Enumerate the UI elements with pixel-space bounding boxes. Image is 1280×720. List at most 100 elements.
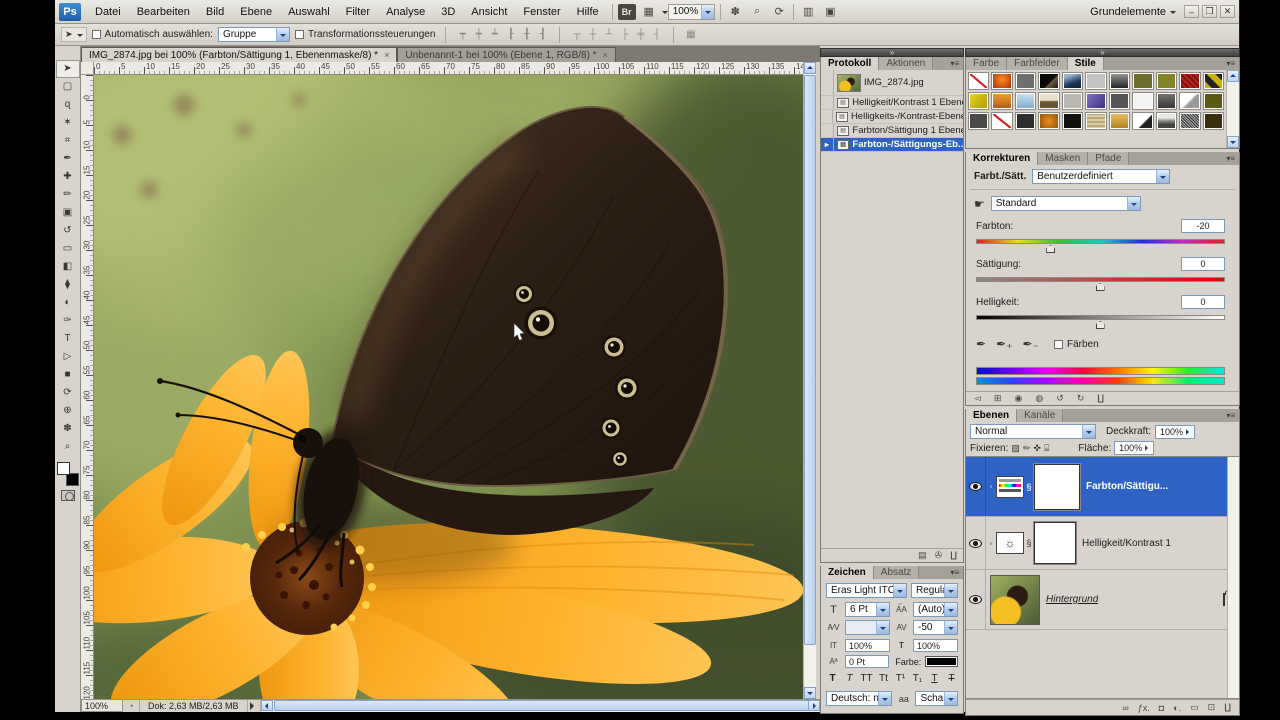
collapse-to-icons-button[interactable]: » — [965, 48, 1240, 57]
lock-pixels-icon[interactable]: ✏ — [1023, 443, 1031, 454]
baseline-shift-field[interactable]: 0 Pt — [845, 655, 890, 668]
return-to-adjustment-list-icon[interactable]: ◅ — [974, 393, 981, 404]
colorize-checkbox[interactable] — [1054, 340, 1063, 349]
layer-row-hue-saturation[interactable]: ◦ § Farbton/Sättigu... — [966, 457, 1239, 517]
font-family-combo[interactable]: Eras Light ITC — [826, 583, 907, 598]
menu-fenster[interactable]: Fenster — [515, 4, 568, 20]
layer-name[interactable]: Farbton/Sättigu... — [1086, 481, 1168, 492]
status-menu-arrow-icon[interactable] — [248, 702, 260, 710]
text-color-swatch[interactable] — [925, 656, 958, 667]
new-group-icon[interactable]: ▭ — [1190, 702, 1199, 713]
layer-row-background[interactable]: Hintergrund — [966, 570, 1239, 630]
style-swatch[interactable] — [1061, 92, 1084, 110]
menu-hilfe[interactable]: Hilfe — [569, 4, 607, 20]
mask-link-icon[interactable]: § — [1024, 538, 1034, 548]
type-style-button-3[interactable]: Tt — [877, 673, 890, 684]
add-layer-mask-icon[interactable]: ◘ — [1159, 703, 1164, 713]
crop-tool[interactable]: ⌗ — [56, 132, 80, 150]
layer-style-icon[interactable]: ƒx. — [1138, 703, 1150, 713]
scroll-up-icon[interactable] — [1227, 70, 1239, 82]
delete-layer-icon[interactable]: ∐ — [1224, 702, 1231, 713]
style-swatch[interactable] — [1038, 112, 1060, 130]
menu-auswahl[interactable]: Auswahl — [280, 4, 338, 20]
lightness-slider[interactable] — [976, 315, 1225, 329]
current-tool-indicator[interactable]: ➤ — [61, 27, 87, 42]
expand-panel-icon[interactable]: ⊞ — [994, 393, 1002, 404]
style-swatch[interactable] — [1132, 72, 1154, 90]
history-item[interactable]: IMG_2874.jpg — [821, 70, 963, 96]
vertical-scrollbar[interactable] — [803, 62, 816, 699]
zoom-tool-icon[interactable]: ⌕ — [748, 4, 766, 20]
align-icon-3[interactable]: ┠ — [504, 29, 517, 40]
tab-stile[interactable]: Stile — [1067, 57, 1104, 70]
blend-mode-combo[interactable]: Normal — [970, 424, 1096, 439]
anti-alias-combo[interactable]: Scharf — [915, 691, 958, 706]
menu-ebene[interactable]: Ebene — [232, 4, 280, 20]
menu-3d[interactable]: 3D — [433, 4, 463, 20]
close-icon[interactable]: × — [603, 50, 608, 60]
style-swatch[interactable] — [1202, 92, 1224, 110]
panel-menu-icon[interactable]: ▾≡ — [1222, 409, 1239, 422]
align-icon-0[interactable]: ┯ — [456, 29, 469, 40]
menu-bearbeiten[interactable]: Bearbeiten — [129, 4, 198, 20]
style-swatch[interactable] — [1014, 112, 1037, 130]
kerning-combo[interactable] — [845, 620, 890, 635]
hand-icon[interactable]: ✽ — [726, 4, 744, 20]
shape-tool[interactable]: ■ — [56, 366, 80, 384]
on-image-adjustment-icon[interactable]: ☛ — [974, 197, 985, 211]
menu-ansicht[interactable]: Ansicht — [463, 4, 515, 20]
quick-mask-button[interactable] — [60, 490, 75, 501]
new-snapshot-icon[interactable]: ✇ — [935, 550, 943, 561]
type-style-button-2[interactable]: TT — [860, 673, 873, 684]
layer-name[interactable]: Helligkeit/Kontrast 1 — [1082, 538, 1171, 549]
distribute-icon-1[interactable]: ┼ — [586, 29, 599, 40]
panel-menu-icon[interactable]: ▾≡ — [1222, 152, 1239, 165]
scroll-down-icon[interactable] — [804, 687, 816, 699]
type-tool[interactable]: T — [56, 330, 80, 348]
history-source-box[interactable] — [821, 124, 834, 137]
reset-icon[interactable]: ↻ — [1077, 393, 1085, 404]
style-swatch[interactable] — [1014, 72, 1037, 90]
quick-selection-tool[interactable]: ✶ — [56, 114, 80, 132]
panel-menu-icon[interactable]: ▾≡ — [946, 566, 963, 579]
close-icon[interactable]: × — [384, 50, 389, 60]
tab-pfade[interactable]: Pfade — [1088, 152, 1130, 165]
collapse-to-icons-button[interactable]: » — [820, 48, 964, 57]
previous-state-icon[interactable]: ↺ — [1056, 393, 1064, 404]
distribute-icon-4[interactable]: ╪ — [634, 29, 647, 40]
hue-slider[interactable] — [976, 239, 1225, 253]
preset-combo[interactable]: Benutzerdefiniert — [1032, 169, 1171, 184]
style-swatch[interactable] — [1108, 112, 1131, 130]
rotate-view-icon[interactable]: ⟳ — [770, 4, 788, 20]
distribute-icon-3[interactable]: ├ — [618, 29, 631, 40]
auto-align-icon[interactable]: ▦ — [684, 29, 697, 40]
foreground-color-swatch[interactable] — [56, 462, 70, 475]
eyedropper-plus-icon[interactable]: ✒₊ — [996, 337, 1012, 351]
tab-korrekturen[interactable]: Korrekturen — [966, 152, 1039, 165]
align-icon-2[interactable]: ┷ — [488, 29, 501, 40]
font-size-combo[interactable]: 6 Pt — [845, 602, 890, 617]
blur-tool[interactable]: ⧫ — [56, 276, 80, 294]
align-icon-1[interactable]: ┿ — [472, 29, 485, 40]
spot-healing-brush-tool[interactable]: ✚ — [56, 168, 80, 186]
transform-controls-checkbox[interactable] — [294, 30, 304, 39]
tab-zeichen[interactable]: Zeichen — [821, 566, 874, 579]
3d-rotate-tool[interactable]: ⟳ — [56, 384, 80, 402]
layer-mask-thumbnail[interactable] — [1034, 522, 1076, 564]
brush-tool[interactable]: ✏ — [56, 186, 80, 204]
workspace-switcher[interactable]: Grundelemente — [1090, 6, 1184, 18]
panel-menu-icon[interactable]: ▾≡ — [946, 57, 963, 70]
style-swatch[interactable] — [968, 92, 990, 110]
layer-mask-thumbnail[interactable] — [1034, 463, 1080, 510]
rectangular-marquee-tool[interactable]: ▢ — [56, 78, 80, 96]
distribute-icon-0[interactable]: ┬ — [570, 29, 583, 40]
saturation-value-field[interactable]: 0 — [1181, 257, 1225, 271]
layer-row-brightness-contrast[interactable]: ◦ ☼ § Helligkeit/Kontrast 1 — [966, 517, 1239, 570]
style-swatch[interactable] — [1038, 72, 1060, 90]
doc-tab-unbenannt1[interactable]: Unbenannt-1 bei 100% (Ebene 1, RGB/8) * … — [397, 47, 616, 62]
eyedropper-tool[interactable]: ✒ — [56, 150, 80, 168]
hue-value-field[interactable]: -20 — [1181, 219, 1225, 233]
horizontal-scroll-thumb[interactable] — [273, 700, 834, 711]
history-item[interactable]: ▤ Helligkeit/Kontrast 1 Ebene — [821, 96, 963, 110]
style-swatch[interactable] — [1179, 92, 1201, 110]
